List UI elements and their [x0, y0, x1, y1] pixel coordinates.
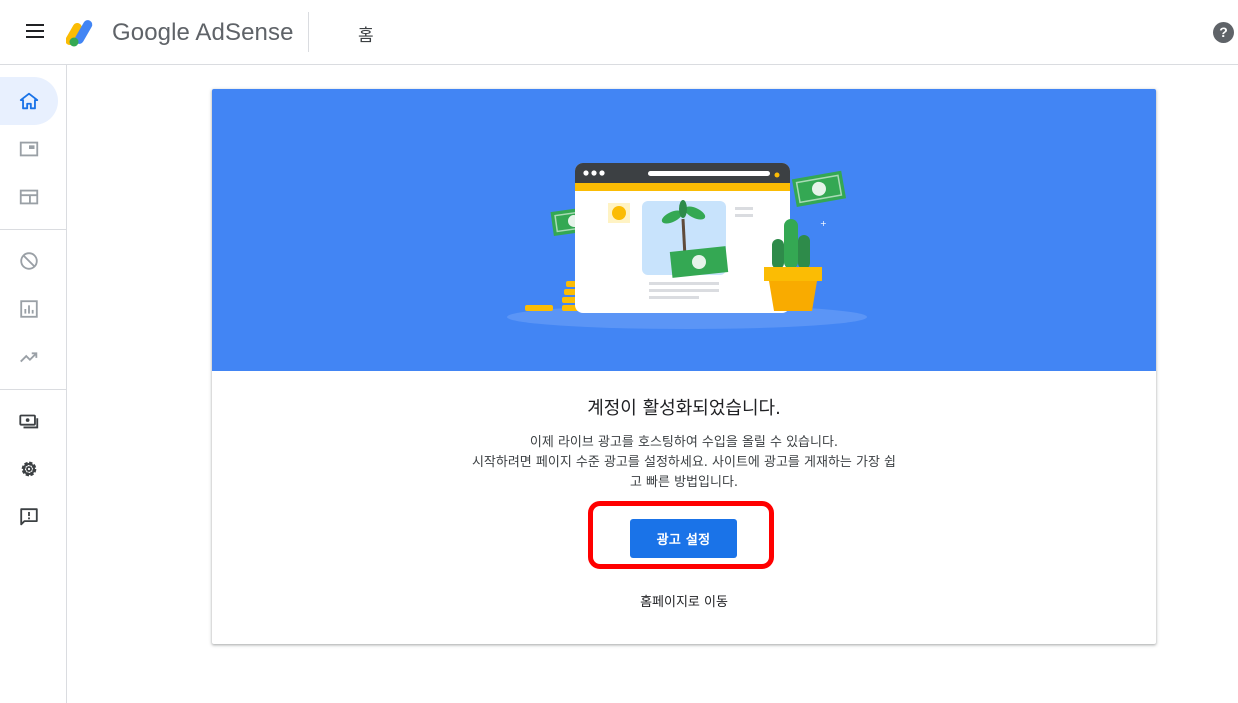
- feedback-icon: [20, 508, 38, 526]
- sidebar: [0, 65, 67, 703]
- sidebar-item-optimization[interactable]: [0, 333, 58, 381]
- adsense-logo-icon: [66, 20, 93, 47]
- go-to-home-link[interactable]: 홈페이지로 이동: [212, 591, 1156, 610]
- sites-icon: [19, 189, 39, 205]
- menu-icon[interactable]: [22, 20, 48, 44]
- sidebar-item-payments[interactable]: [0, 397, 58, 445]
- reports-icon: [20, 300, 38, 318]
- page-title: 홈: [358, 26, 374, 46]
- sidebar-item-settings[interactable]: [0, 445, 58, 493]
- ads-icon: [19, 141, 39, 157]
- sidebar-item-reports[interactable]: [0, 285, 58, 333]
- help-icon[interactable]: ?: [1213, 22, 1234, 43]
- block-icon: [20, 252, 38, 270]
- setup-ads-button[interactable]: 광고 설정: [630, 519, 737, 558]
- sidebar-divider: [0, 229, 66, 230]
- top-app-bar: Google AdSense 홈 ?: [0, 0, 1238, 65]
- header-divider: [308, 12, 309, 52]
- sidebar-item-blocking[interactable]: [0, 237, 58, 285]
- sidebar-item-home[interactable]: [0, 77, 58, 125]
- gear-icon: [21, 461, 37, 477]
- description-line: 시작하려면 페이지 수준 광고를 설정하세요. 사이트에 광고를 게재하는 가장…: [471, 455, 897, 470]
- account-activated-card: + 계정이 활성화되었습니다. 이제 라이브 광고를 호스팅하여 수입을 올릴 …: [212, 89, 1156, 644]
- website-money-illustration: +: [507, 163, 867, 329]
- home-icon: [19, 92, 39, 110]
- trending-icon: [20, 352, 38, 363]
- sidebar-item-feedback[interactable]: [0, 493, 58, 541]
- hero-banner: +: [212, 89, 1156, 371]
- sidebar-item-ads[interactable]: [0, 125, 58, 173]
- payments-icon: [19, 414, 39, 429]
- description-line: 고 빠른 방법입니다.: [629, 475, 739, 490]
- sidebar-divider: [0, 389, 66, 390]
- svg-text:+: +: [820, 219, 827, 228]
- sidebar-item-sites[interactable]: [0, 173, 58, 221]
- card-title: 계정이 활성화되었습니다.: [587, 398, 781, 419]
- description-line: 이제 라이브 광고를 호스팅하여 수입을 올릴 수 있습니다.: [529, 435, 839, 450]
- brand-name: Google AdSense: [112, 19, 294, 46]
- card-description: 이제 라이브 광고를 호스팅하여 수입을 올릴 수 있습니다. 시작하려면 페이…: [434, 433, 934, 493]
